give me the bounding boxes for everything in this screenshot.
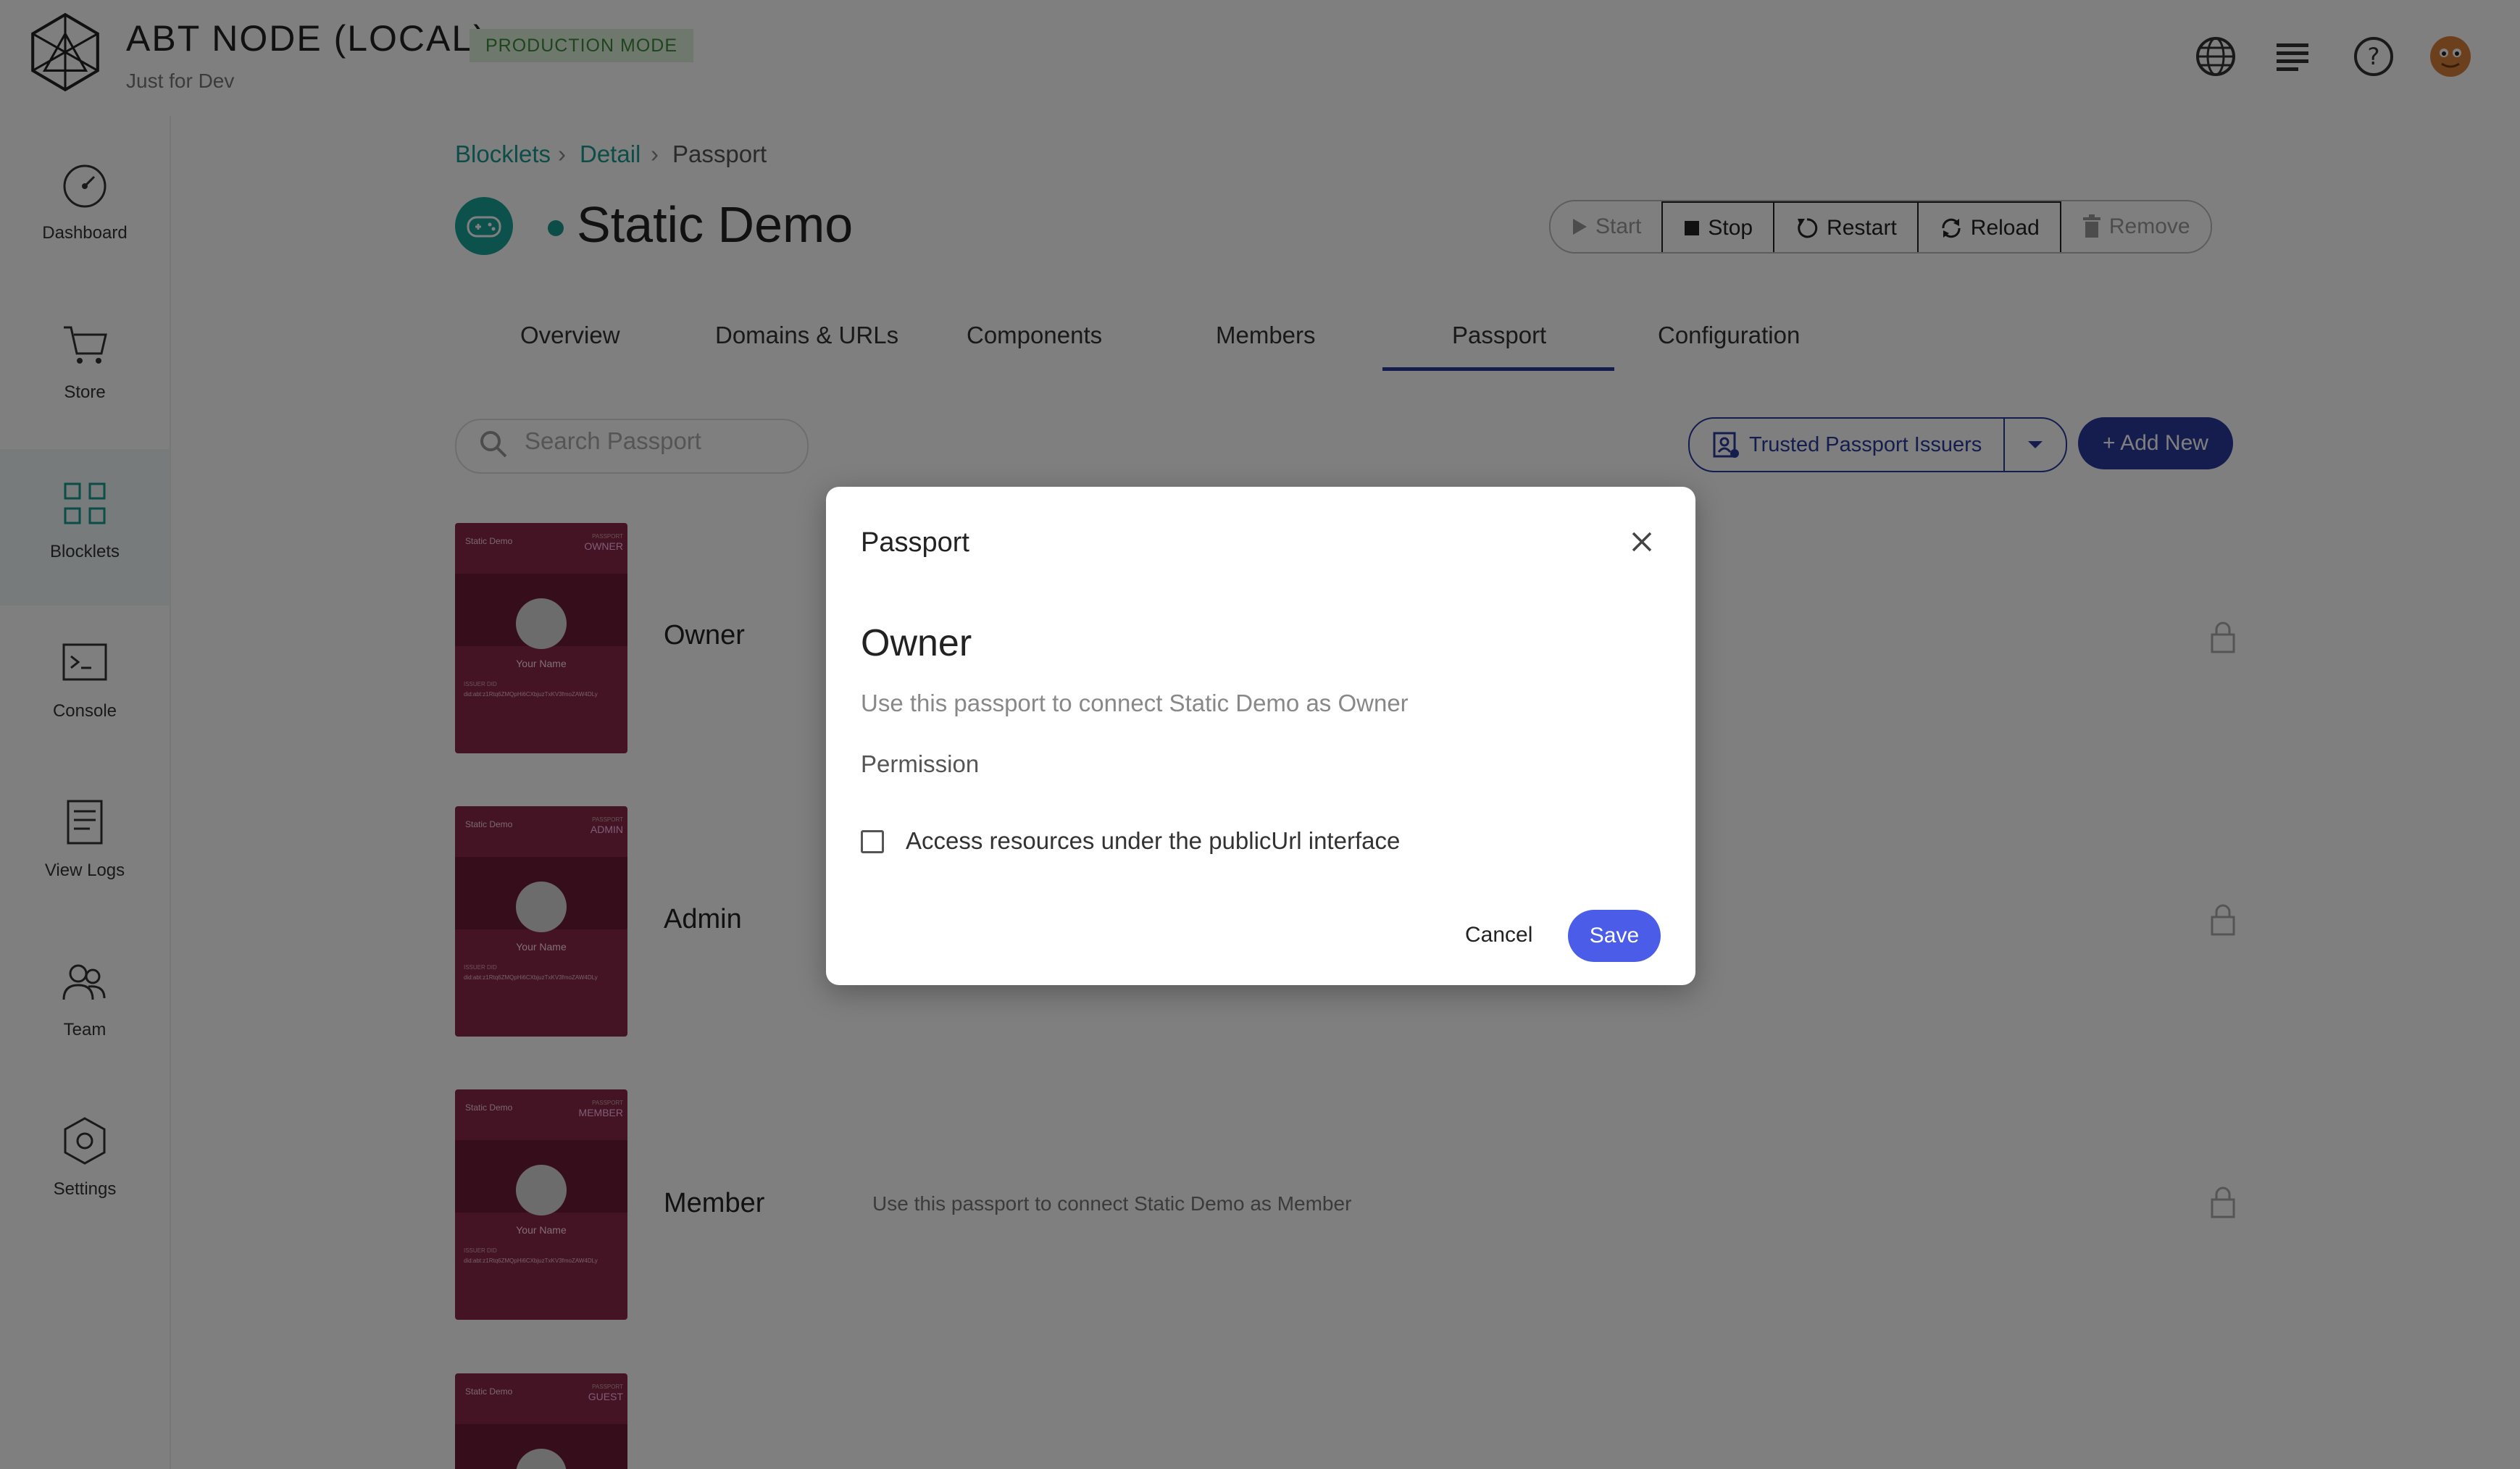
permission-label: Permission: [861, 750, 980, 777]
close-icon[interactable]: [1629, 529, 1655, 555]
cancel-button[interactable]: Cancel: [1456, 918, 1541, 952]
dialog-title: Passport: [861, 527, 969, 558]
public-url-checkbox-label[interactable]: Access resources under the publicUrl int…: [906, 827, 1400, 855]
public-url-checkbox[interactable]: [861, 830, 884, 853]
save-button[interactable]: Save: [1568, 910, 1661, 962]
passport-dialog: Passport Owner Use this passport to conn…: [826, 487, 1695, 985]
dialog-role-description: Use this passport to connect Static Demo…: [861, 690, 1409, 716]
dialog-role-name: Owner: [861, 622, 972, 664]
